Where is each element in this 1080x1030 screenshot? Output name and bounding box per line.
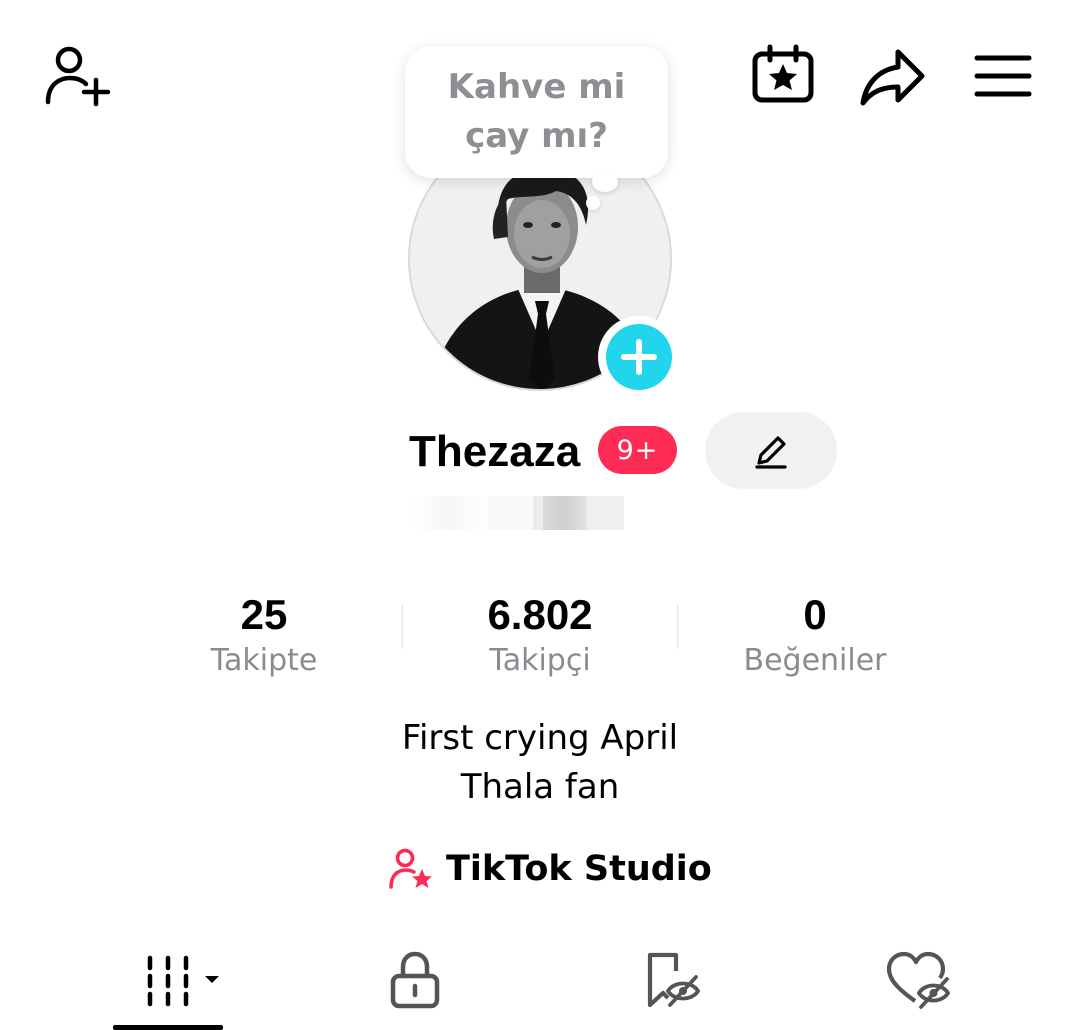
bio-line: Thala fan <box>460 767 620 807</box>
redacted-handle <box>412 494 624 532</box>
stat-label: Takipte <box>210 643 318 678</box>
add-story-button[interactable] <box>598 316 680 398</box>
saved-hidden-tab[interactable] <box>628 945 708 1015</box>
note-bubble-dot-small <box>586 196 600 210</box>
stat-value: 6.802 <box>487 591 593 638</box>
bio: First crying April Thala fan <box>0 714 1080 812</box>
note-bubble-dot-large <box>592 172 618 192</box>
tiktok-studio-link[interactable]: TikTok Studio <box>388 845 712 893</box>
edit-profile-button[interactable] <box>705 412 837 489</box>
stat-likes[interactable]: 0 Beğeniler <box>695 590 935 682</box>
pencil-icon <box>755 435 787 469</box>
stat-followers[interactable]: 6.802 Takipçi <box>420 590 660 682</box>
stat-divider <box>401 605 403 649</box>
note-bubble[interactable]: Kahve mi çay mı? <box>405 46 668 178</box>
stat-label: Takipçi <box>489 643 591 678</box>
lock-icon <box>390 951 440 1009</box>
videos-grid-tab[interactable] <box>120 945 230 1015</box>
stat-divider <box>677 605 679 649</box>
tiktok-studio-label: TikTok Studio <box>446 849 712 889</box>
heart-hidden-icon <box>886 951 951 1009</box>
add-friend-button[interactable] <box>40 42 112 110</box>
calendar-button[interactable] <box>750 44 816 106</box>
bio-line: First crying April <box>401 718 679 758</box>
share-arrow-icon <box>860 49 925 106</box>
stat-label: Beğeniler <box>743 643 887 678</box>
active-tab-indicator <box>113 1025 223 1030</box>
menu-button[interactable] <box>972 52 1034 100</box>
note-text: Kahve mi çay mı? <box>447 67 626 156</box>
stat-value: 25 <box>240 591 288 638</box>
bookmark-hidden-icon <box>647 952 700 1008</box>
liked-hidden-tab[interactable] <box>878 945 958 1015</box>
stat-value: 0 <box>803 591 827 638</box>
plus-icon <box>621 339 657 375</box>
private-tab[interactable] <box>375 945 455 1015</box>
notification-badge[interactable]: 9+ <box>598 426 677 474</box>
calendar-star-icon <box>752 44 814 103</box>
person-plus-icon <box>45 46 111 107</box>
share-profile-button[interactable] <box>858 46 928 108</box>
creator-star-icon <box>389 848 432 889</box>
hamburger-menu-icon <box>974 55 1032 97</box>
grid-bars-icon <box>147 955 219 1007</box>
username: Thezaza <box>409 427 581 476</box>
stat-following[interactable]: 25 Takipte <box>144 590 384 682</box>
